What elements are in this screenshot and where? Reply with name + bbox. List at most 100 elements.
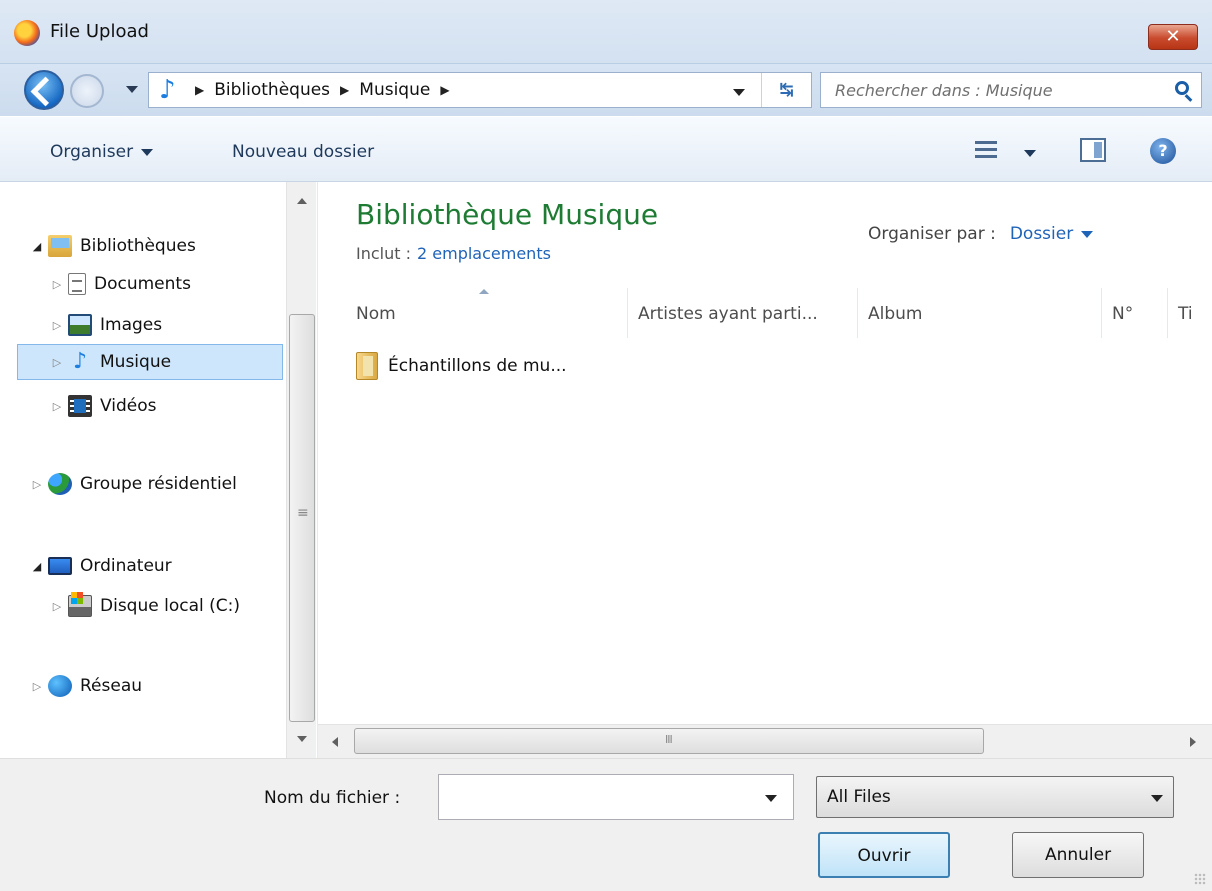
help-icon[interactable]: ? <box>1150 138 1176 164</box>
chevron-down-icon[interactable] <box>1151 795 1163 802</box>
scroll-thumb[interactable] <box>289 314 315 722</box>
file-name: Échantillons de mu... <box>388 356 567 376</box>
file-type-value: All Files <box>827 787 891 807</box>
picture-icon <box>68 314 92 336</box>
network-icon <box>48 675 72 697</box>
library-includes: Inclut : 2 emplacements <box>356 244 551 263</box>
tree-item-local-disk[interactable]: ▷ Disque local (C:) <box>50 588 240 624</box>
chevron-right-icon[interactable]: ▶ <box>195 83 204 97</box>
tree-item-videos[interactable]: ▷ Vidéos <box>50 388 157 424</box>
expand-triangle-icon[interactable]: ▷ <box>30 478 44 491</box>
expand-triangle-icon[interactable]: ▷ <box>50 600 64 613</box>
arrange-by: Organiser par : Dossier <box>868 224 1094 244</box>
list-item[interactable]: Échantillons de mu... <box>350 346 640 386</box>
chevron-right-icon[interactable]: ▶ <box>340 83 349 97</box>
tree-item-network[interactable]: ▷ Réseau <box>30 668 142 704</box>
chevron-down-icon <box>141 148 154 156</box>
column-header-album[interactable]: Album <box>858 288 1102 338</box>
search-icon[interactable] <box>1175 81 1189 95</box>
tree-item-label: Images <box>100 315 163 335</box>
new-folder-button[interactable]: Nouveau dossier <box>232 142 374 162</box>
tree-item-label: Bibliothèques <box>80 236 196 256</box>
close-button[interactable]: ✕ <box>1148 24 1198 50</box>
expand-triangle-icon[interactable]: ▷ <box>50 278 64 291</box>
open-button[interactable]: Ouvrir <box>818 832 950 878</box>
collapse-triangle-icon[interactable]: ◢ <box>30 560 44 573</box>
tree-item-label: Vidéos <box>100 396 157 416</box>
title-bar <box>0 0 1212 64</box>
navigation-pane-scrollbar[interactable] <box>286 182 316 758</box>
file-type-select[interactable]: All Files <box>816 776 1174 818</box>
homegroup-icon <box>48 473 72 495</box>
tree-item-computer[interactable]: ◢ Ordinateur <box>30 548 172 584</box>
document-icon <box>68 273 86 295</box>
library-title: Bibliothèque Musique <box>356 198 659 231</box>
folder-icon <box>356 352 378 380</box>
sort-ascending-icon <box>479 289 489 294</box>
address-dropdown-icon[interactable] <box>733 89 745 96</box>
breadcrumb-musique[interactable]: Musique <box>359 80 430 100</box>
forward-button[interactable] <box>70 74 104 108</box>
tree-item-label: Réseau <box>80 676 143 696</box>
expand-triangle-icon[interactable]: ▷ <box>30 680 44 693</box>
address-bar[interactable]: ♪ ▶ Bibliothèques ▶ Musique ▶ ↹ <box>148 72 812 108</box>
tree-item-documents[interactable]: ▷ Documents <box>50 266 191 302</box>
expand-triangle-icon[interactable]: ▷ <box>50 400 64 413</box>
scroll-right-icon[interactable] <box>1190 737 1196 747</box>
organize-label: Organiser <box>50 142 134 162</box>
preview-pane-icon[interactable] <box>1080 138 1106 162</box>
chevron-down-icon[interactable] <box>1081 230 1094 238</box>
recent-locations-dropdown-icon[interactable] <box>126 86 138 93</box>
firefox-icon <box>14 20 40 46</box>
film-icon <box>68 395 92 417</box>
scroll-left-icon[interactable] <box>332 737 338 747</box>
expand-triangle-icon[interactable]: ▷ <box>50 356 64 369</box>
computer-icon <box>48 557 72 575</box>
file-list-horizontal-scrollbar[interactable] <box>318 724 1212 758</box>
back-button[interactable] <box>24 70 64 110</box>
includes-label: Inclut : <box>356 244 411 263</box>
tree-item-label: Disque local (C:) <box>100 596 240 616</box>
filename-input[interactable] <box>439 775 759 819</box>
search-input[interactable] <box>821 73 1151 107</box>
tree-item-label: Ordinateur <box>80 556 172 576</box>
resize-grip-icon[interactable] <box>1194 873 1206 885</box>
filename-dropdown-icon[interactable] <box>765 795 777 802</box>
filename-combobox[interactable] <box>438 774 794 820</box>
locations-link[interactable]: 2 emplacements <box>417 244 551 263</box>
cancel-button[interactable]: Annuler <box>1012 832 1144 878</box>
hard-drive-icon <box>68 592 92 617</box>
tree-item-music[interactable]: ▷ ♪ Musique <box>17 344 283 380</box>
arrange-by-dropdown[interactable]: Dossier <box>1010 224 1073 244</box>
breadcrumb-bibliotheques[interactable]: Bibliothèques <box>214 80 330 100</box>
tree-item-label: Documents <box>94 274 191 294</box>
command-bar <box>0 116 1212 182</box>
tree-item-homegroup[interactable]: ▷ Groupe résidentiel <box>30 466 237 502</box>
tree-item-images[interactable]: ▷ Images <box>50 307 162 343</box>
music-note-icon: ♪ <box>159 75 176 105</box>
file-list-pane <box>318 182 1212 758</box>
expand-triangle-icon[interactable]: ▷ <box>50 319 64 332</box>
tree-item-libraries[interactable]: ◢ Bibliothèques <box>30 228 196 264</box>
chevron-right-icon[interactable]: ▶ <box>440 83 449 97</box>
column-header-title[interactable]: Ti <box>1168 288 1212 338</box>
scroll-up-icon[interactable] <box>297 198 307 204</box>
scroll-down-icon[interactable] <box>297 736 307 742</box>
view-options-dropdown-icon[interactable] <box>1024 150 1036 157</box>
search-box[interactable] <box>820 72 1202 108</box>
window-title: File Upload <box>50 21 149 42</box>
filename-label: Nom du fichier : <box>264 788 401 808</box>
column-header-name[interactable]: Nom <box>346 288 628 338</box>
arrange-label: Organiser par : <box>868 224 996 244</box>
column-header-artists[interactable]: Artistes ayant parti... <box>628 288 858 338</box>
view-options-icon[interactable] <box>975 140 997 160</box>
column-header-number[interactable]: N° <box>1102 288 1168 338</box>
tree-item-label: Groupe résidentiel <box>80 474 237 494</box>
scroll-thumb[interactable] <box>354 728 984 754</box>
music-note-icon: ♪ <box>72 349 88 374</box>
collapse-triangle-icon[interactable]: ◢ <box>30 240 44 253</box>
organize-button[interactable]: Organiser <box>50 142 154 162</box>
tree-item-label: Musique <box>100 352 172 372</box>
refresh-icon[interactable]: ↹ <box>761 73 811 107</box>
libraries-icon <box>48 235 72 257</box>
